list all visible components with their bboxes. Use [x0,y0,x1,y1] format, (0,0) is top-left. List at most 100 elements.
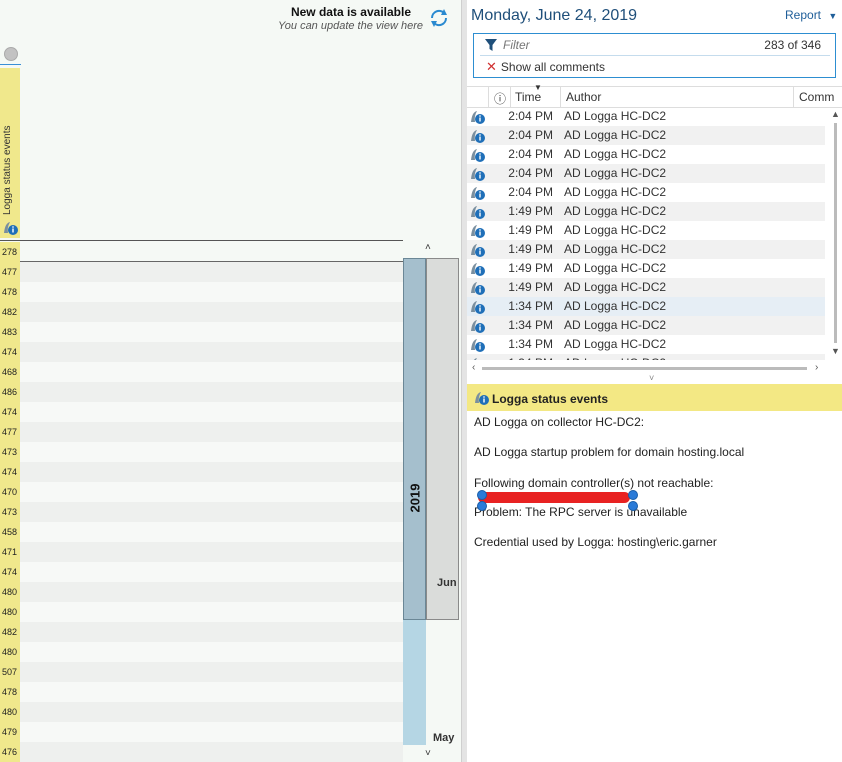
filter-input[interactable] [501,36,705,54]
count-row[interactable]: 474 [0,562,403,582]
scroll-thumb[interactable] [834,123,837,343]
scroll-left-icon[interactable]: ‹ [472,362,475,373]
scroll-thumb[interactable] [482,367,807,370]
count-row[interactable]: 470 [0,482,403,502]
right-events-panel: Monday, June 24, 2019 Report ▼ 283 of 34… [467,0,842,762]
count-row[interactable]: 480 [0,642,403,662]
column-separator [793,87,794,107]
vertical-scrollbar[interactable]: ▲ ▼ [829,107,842,360]
count-row[interactable]: 478 [0,682,403,702]
row-time: 1:34 PM [508,337,553,351]
count-row[interactable]: 476 [0,742,403,762]
detail-line: AD Logga startup problem for domain host… [474,445,745,459]
resize-handle[interactable] [477,490,487,500]
row-strip [20,322,403,342]
refresh-icon[interactable] [428,7,450,29]
count-row[interactable]: 477 [0,422,403,442]
row-time: 2:04 PM [508,128,553,142]
scroll-right-icon[interactable]: › [815,362,818,373]
count-row[interactable]: 473 [0,502,403,522]
resize-handle[interactable] [628,490,638,500]
row-count: 477 [0,422,20,442]
report-label: Report [785,8,822,22]
count-row[interactable]: 486 [0,382,403,402]
count-row[interactable]: 474 [0,342,403,362]
column-header-comments[interactable]: Comm [799,90,834,104]
redaction-mark [478,492,630,503]
count-row[interactable]: 468 [0,362,403,382]
count-row[interactable]: 474 [0,462,403,482]
count-row[interactable]: 507 [0,662,403,682]
show-all-comments-button[interactable]: ✕ Show all comments [486,59,605,75]
row-count: 480 [0,702,20,722]
column-header-info[interactable]: ⓘ [494,90,506,107]
chevron-down-icon[interactable]: ˅ [425,748,431,759]
table-row[interactable]: 2:04 PM AD Logga HC-DC2 [467,145,825,164]
column-separator [560,87,561,107]
year-block[interactable] [403,620,426,745]
count-row[interactable]: 482 [0,622,403,642]
row-strip [20,242,403,262]
table-row[interactable]: 2:04 PM AD Logga HC-DC2 [467,164,825,183]
count-row[interactable]: 478 [0,282,403,302]
count-row[interactable]: 480 [0,582,403,602]
rows-top-border [20,261,403,262]
table-row[interactable]: 1:49 PM AD Logga HC-DC2 [467,259,825,278]
resize-handle[interactable] [477,501,487,511]
chevron-up-icon[interactable]: ˄ [425,242,431,253]
count-row[interactable]: 477 [0,262,403,282]
column-separator [510,87,511,107]
count-row[interactable]: 482 [0,302,403,322]
report-dropdown-button[interactable]: Report ▼ [785,8,837,22]
row-count: 476 [0,742,20,762]
select-all-radio[interactable] [4,47,18,61]
row-author: AD Logga HC-DC2 [564,166,667,180]
scroll-down-icon[interactable]: ▼ [831,346,840,356]
row-count: 474 [0,462,20,482]
row-author: AD Logga HC-DC2 [564,299,667,313]
scroll-up-icon[interactable]: ▲ [831,109,840,119]
row-author: AD Logga HC-DC2 [564,204,667,218]
table-row[interactable]: 1:49 PM AD Logga HC-DC2 [467,240,825,259]
row-count: 278 [0,242,20,262]
row-count: 474 [0,342,20,362]
count-row[interactable]: 479 [0,722,403,742]
row-strip [20,742,403,762]
table-row[interactable]: 2:04 PM AD Logga HC-DC2 [467,126,825,145]
count-row[interactable]: 278 [0,242,403,262]
table-row[interactable]: 1:49 PM AD Logga HC-DC2 [467,221,825,240]
table-row[interactable]: 2:04 PM AD Logga HC-DC2 [467,107,825,126]
row-count: 474 [0,562,20,582]
count-row[interactable]: 471 [0,542,403,562]
timeline-bar[interactable]: 2019 Jun May [403,258,460,748]
count-row[interactable]: 458 [0,522,403,542]
count-row[interactable]: 483 [0,322,403,342]
row-strip [20,362,403,382]
table-row[interactable]: 1:49 PM AD Logga HC-DC2 [467,278,825,297]
count-row[interactable]: 474 [0,402,403,422]
table-row[interactable]: 1:49 PM AD Logga HC-DC2 [467,202,825,221]
column-header-time[interactable]: Time [515,90,541,104]
count-row[interactable]: 473 [0,442,403,462]
row-count: 480 [0,642,20,662]
row-strip [20,302,403,322]
resize-handle[interactable] [628,501,638,511]
row-count: 474 [0,402,20,422]
row-time: 1:49 PM [508,242,553,256]
count-rows: 278 477 478 482 483 474 468 486 474 477 473 474 470 4… [0,242,403,762]
row-strip [20,542,403,562]
month-block-jun[interactable] [426,258,459,620]
table-row[interactable]: 1:34 PM AD Logga HC-DC2 [467,316,825,335]
table-row[interactable]: 1:34 PM AD Logga HC-DC2 [467,297,825,316]
horizontal-scrollbar[interactable]: ‹ › [467,362,827,375]
table-row[interactable]: 1:34 PM AD Logga HC-DC2 [467,354,825,360]
table-row[interactable]: 2:04 PM AD Logga HC-DC2 [467,183,825,202]
row-strip [20,702,403,722]
splitter-chevron-icon[interactable]: ˅ [649,373,654,383]
count-row[interactable]: 480 [0,602,403,622]
year-block-selected[interactable] [403,258,426,620]
count-row[interactable]: 480 [0,702,403,722]
column-header-author[interactable]: Author [566,90,601,104]
row-time: 2:04 PM [508,166,553,180]
table-row[interactable]: 1:34 PM AD Logga HC-DC2 [467,335,825,354]
